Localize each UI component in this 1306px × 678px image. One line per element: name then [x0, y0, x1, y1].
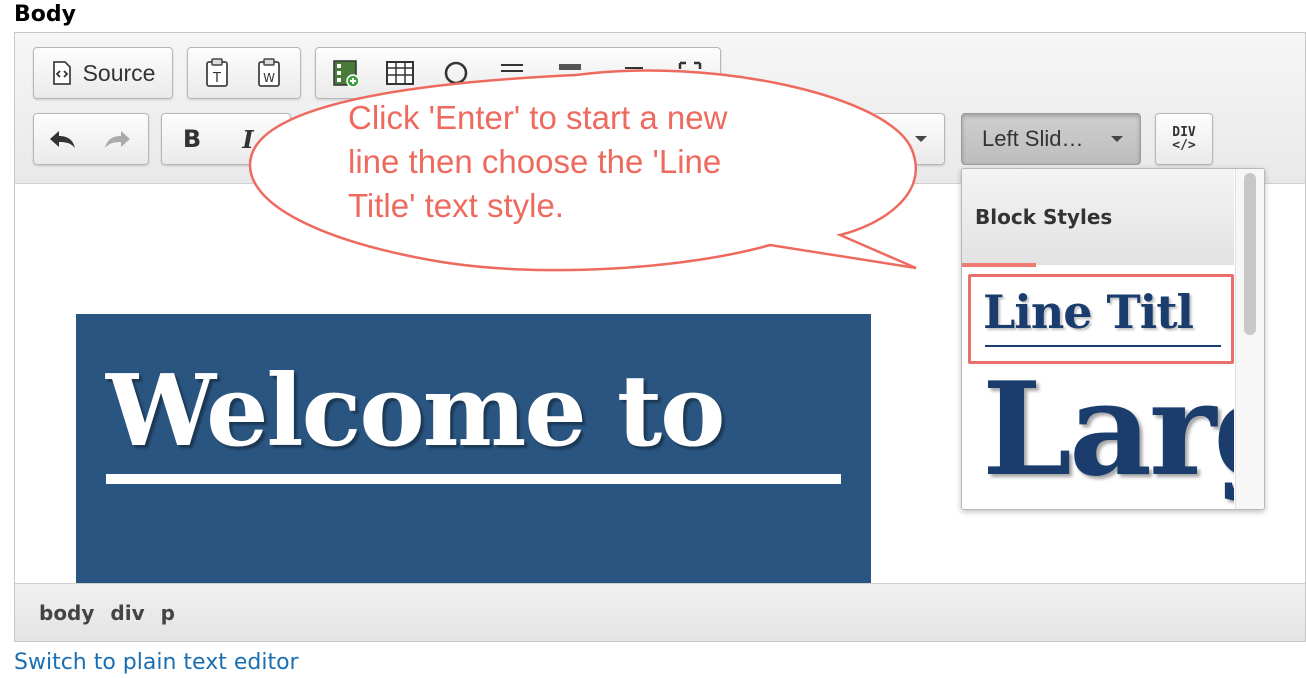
- div-group: DIV </>: [1155, 113, 1213, 165]
- switch-plain-text-link[interactable]: Switch to plain text editor: [14, 650, 299, 675]
- paste-text-button[interactable]: T: [200, 56, 234, 90]
- element-path-bar: body div p: [15, 583, 1305, 641]
- dropdown-scrollbar[interactable]: [1235, 169, 1264, 509]
- svg-text:T: T: [212, 71, 221, 86]
- insert-video-button[interactable]: [328, 56, 364, 90]
- callout-text: Click 'Enter' to start a new line then c…: [348, 96, 798, 228]
- chevron-down-icon: [1111, 136, 1123, 142]
- media-icon: [559, 64, 581, 70]
- paste-word-icon: W: [258, 58, 280, 87]
- italic-icon: I: [242, 124, 254, 154]
- undo-button[interactable]: [42, 122, 82, 156]
- source-button[interactable]: Source: [40, 56, 166, 90]
- svg-text:W: W: [263, 71, 275, 85]
- styles-combo[interactable]: Left Slid…: [961, 113, 1141, 165]
- styles-combo-value: Left Slid…: [982, 126, 1084, 151]
- italic-button[interactable]: I: [228, 122, 268, 156]
- maximize-icon: [678, 61, 702, 69]
- bold-button[interactable]: B: [172, 122, 212, 156]
- div-icon-bottom: </>: [1172, 138, 1196, 153]
- paste-text-icon: T: [206, 58, 228, 87]
- video-film-icon: [333, 60, 360, 88]
- dropdown-loading-bar: [962, 263, 1036, 267]
- media-button[interactable]: [552, 56, 588, 90]
- paste-word-button[interactable]: W: [252, 56, 286, 90]
- hero-title: Welcome to: [106, 354, 725, 469]
- style-option-large[interactable]: Larg: [968, 369, 1234, 509]
- format-group: B I: [161, 113, 291, 165]
- redo-icon: [105, 131, 130, 148]
- table-button[interactable]: [382, 56, 418, 90]
- divider-button[interactable]: [616, 56, 652, 90]
- redo-button[interactable]: [98, 122, 138, 156]
- dropdown-scroll-thumb[interactable]: [1244, 173, 1256, 335]
- bold-icon: B: [182, 125, 202, 153]
- special-char-button[interactable]: [438, 56, 474, 90]
- callout-line-3: Title' text style.: [348, 187, 564, 224]
- maximize-button[interactable]: [672, 56, 708, 90]
- path-item-body[interactable]: body: [39, 601, 94, 625]
- source-group: Source: [33, 47, 173, 99]
- line-title-underline: [985, 345, 1221, 347]
- callout-line-2: line then choose the 'Line: [348, 143, 722, 180]
- create-div-button[interactable]: DIV </>: [1160, 122, 1208, 156]
- block-styles-dropdown: Block Styles Line Titl Larg: [961, 168, 1265, 510]
- format-combo-arrow: [909, 122, 933, 156]
- field-label: Body: [14, 2, 76, 27]
- hero-underline: [106, 474, 841, 484]
- horizontal-rule-button[interactable]: [494, 56, 530, 90]
- hero-banner: Welcome to: [76, 314, 871, 584]
- callout-line-1: Click 'Enter' to start a new: [348, 99, 728, 136]
- dropdown-header: Block Styles: [962, 169, 1234, 265]
- divider-icon: [625, 67, 643, 69]
- chevron-down-icon: [915, 136, 927, 142]
- insert-group: [315, 47, 721, 99]
- undo-icon: [50, 131, 75, 148]
- undo-group: [33, 113, 149, 165]
- style-option-line-title-label: Line Titl: [983, 285, 1194, 339]
- style-option-large-label: Larg: [982, 369, 1234, 505]
- format-combo[interactable]: [875, 113, 945, 165]
- omega-icon: [444, 61, 468, 85]
- table-icon: [386, 61, 414, 85]
- source-label: Source: [82, 59, 156, 86]
- style-option-line-title[interactable]: Line Titl: [968, 274, 1234, 364]
- horizontal-rule-icon: [501, 64, 523, 72]
- clipboard-group: T W: [187, 47, 301, 99]
- source-icon: [52, 61, 71, 85]
- path-item-div[interactable]: div: [110, 601, 144, 625]
- path-item-p[interactable]: p: [161, 601, 175, 625]
